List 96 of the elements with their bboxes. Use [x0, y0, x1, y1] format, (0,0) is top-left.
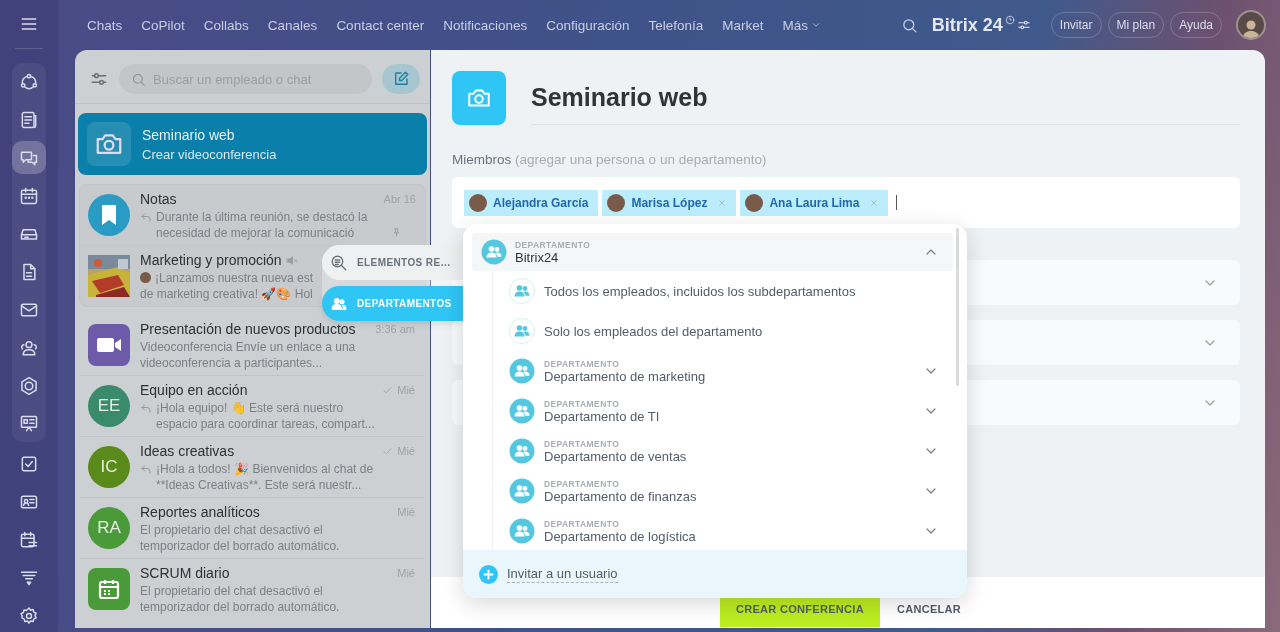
department-item[interactable]: DEPARTAMENTO Departamento de TI — [509, 391, 953, 431]
option-item[interactable]: Solo los empleados del departamento — [509, 311, 953, 351]
selector-tab[interactable]: ELEMENTOS RE… — [322, 245, 463, 280]
nav-link[interactable]: Collabs — [203, 17, 249, 33]
department-name: Departamento de ventas — [544, 448, 687, 464]
message-preview: ¡Hola equipo! 👋 Este será nuestro espacio para coordinar tareas, compart... — [156, 401, 375, 431]
avatar — [607, 193, 626, 212]
member-tag[interactable]: Alejandra García — [464, 189, 599, 216]
avatar[interactable] — [1236, 10, 1266, 40]
search-list-icon — [330, 253, 348, 272]
field-label: Miembros — [452, 152, 512, 167]
department-name: Departamento de TI — [544, 408, 660, 424]
avatar — [469, 193, 487, 212]
item-caption: DEPARTAMENTO — [544, 358, 621, 369]
people-icon — [509, 318, 535, 344]
chat-title: Equipo en acción — [140, 382, 248, 398]
message-preview: El propietario del chat desactivó el temporizador del borrado automático. — [140, 523, 340, 553]
member-name: Ana Laura Lima — [769, 195, 860, 210]
new-chat-button[interactable] — [382, 64, 420, 94]
message-preview: Durante la última reunión, se destacó la necesidad de mejorar la comunicació — [156, 210, 368, 240]
people-icon — [509, 358, 535, 384]
member-name: Marisa López — [631, 195, 708, 210]
settings-icon — [1016, 18, 1031, 32]
department-item[interactable]: DEPARTAMENTO Departamento de finanzas — [509, 471, 953, 511]
field-hint: (agregar una persona o un departamento) — [515, 152, 767, 167]
text-cursor — [896, 195, 898, 210]
nav-link[interactable]: CoPilot — [141, 17, 185, 33]
chat-title: Reportes analíticos — [140, 504, 260, 520]
nav-link[interactable]: Canales — [267, 17, 318, 33]
option-label: Todos los empleados, incluidos los subdepartamentos — [544, 283, 856, 299]
people-icon — [509, 518, 535, 544]
chat-title: Marketing y promoción — [140, 252, 282, 268]
plus-icon — [479, 564, 498, 584]
nav-link[interactable]: Contact center — [336, 17, 425, 33]
brand-logo: Bitrix 24 — [931, 14, 1003, 36]
department-item[interactable]: DEPARTAMENTO Departamento de marketing — [509, 351, 953, 391]
calendar-icon — [19, 185, 39, 206]
avatar-initials: IC — [88, 446, 130, 488]
message-preview: ¡Lanzamos nuestra nueva est — [155, 271, 314, 285]
chat-title: Notas — [140, 191, 177, 207]
hexagon-icon — [19, 375, 39, 396]
scrollbar[interactable] — [956, 228, 959, 386]
people-icon — [509, 438, 535, 464]
item-caption: DEPARTAMENTO — [544, 438, 621, 449]
news-icon — [19, 109, 39, 130]
department-item[interactable]: DEPARTAMENTO Bitrix24 — [472, 233, 953, 271]
department-name: Departamento de finanzas — [544, 488, 697, 504]
nav-link[interactable]: Configuración — [546, 17, 630, 33]
people-icon — [509, 478, 535, 504]
people-icon — [509, 398, 535, 424]
department-item[interactable]: DEPARTAMENTO Departamento de ventas — [509, 431, 953, 471]
department-name: Departamento de logística — [544, 528, 696, 544]
nav-link[interactable]: Market — [722, 17, 764, 33]
more-menu[interactable]: Más — [782, 17, 822, 33]
search-icon — [131, 72, 146, 87]
option-item[interactable]: Todos los empleados, incluidos los subdepartamentos — [509, 271, 953, 311]
people-icon — [509, 278, 535, 304]
message-preview: ¡Hola a todos! 🎉 Bienvenidos al chat de **Ideas Creativas**. Este será nuestr... — [156, 462, 374, 492]
avatar-initials: EE — [88, 385, 130, 427]
department-name: Bitrix24 — [515, 249, 560, 265]
member-tag[interactable]: Marisa López — [602, 189, 737, 216]
message-preview: de marketing creativa! 🚀🎨 Hol — [140, 287, 313, 301]
item-caption: DEPARTAMENTO — [515, 239, 591, 250]
nav-link[interactable]: Notificaciones — [443, 17, 528, 33]
compose-icon — [392, 70, 410, 88]
settings-icon — [19, 605, 39, 626]
presentation-icon — [19, 413, 39, 434]
conference-title[interactable]: Seminario web — [531, 71, 1240, 125]
department-name: Departamento de marketing — [544, 368, 706, 384]
chat-title: Presentación de nuevos productos — [140, 321, 356, 337]
search-icon — [900, 16, 918, 34]
clock-icon — [1004, 14, 1015, 25]
schedule-icon — [19, 529, 39, 550]
nav-link[interactable]: Telefonía — [648, 17, 704, 33]
item-caption: DEPARTAMENTO — [544, 518, 621, 529]
new-conference-item[interactable]: Seminario web Crear videoconferencia — [78, 113, 427, 175]
item-caption: DEPARTAMENTO — [544, 398, 621, 409]
chat-button[interactable] — [12, 141, 46, 174]
avatar — [745, 193, 764, 212]
network-icon — [19, 71, 39, 92]
message-preview: Videoconferencia Envíe un enlace a una videoconferencia a participantes... — [140, 340, 356, 370]
members-field[interactable]: Alejandra García Marisa López Ana Laura Lima — [452, 177, 1240, 228]
nav-link[interactable]: Chats — [87, 17, 123, 33]
chat-title: SCRUM diario — [140, 565, 230, 581]
member-tag[interactable]: Ana Laura Lima — [740, 189, 889, 216]
avatar-initials: RA — [88, 507, 130, 549]
option-label: Solo los empleados del departamento — [544, 323, 763, 339]
chat-title: Ideas creativas — [140, 443, 235, 459]
caret-icon — [811, 20, 822, 30]
message-preview: El propietario del chat desactivó el temporizador del borrado automático. — [140, 584, 340, 614]
item-caption: DEPARTAMENTO — [544, 478, 621, 489]
people-icon — [481, 239, 507, 265]
cancel-button[interactable]: CANCELAR — [881, 603, 977, 615]
department-item[interactable]: DEPARTAMENTO Departamento de logística — [509, 511, 953, 550]
invite-link[interactable]: Invitar a un usuario — [507, 565, 618, 583]
member-name: Alejandra García — [493, 195, 589, 210]
